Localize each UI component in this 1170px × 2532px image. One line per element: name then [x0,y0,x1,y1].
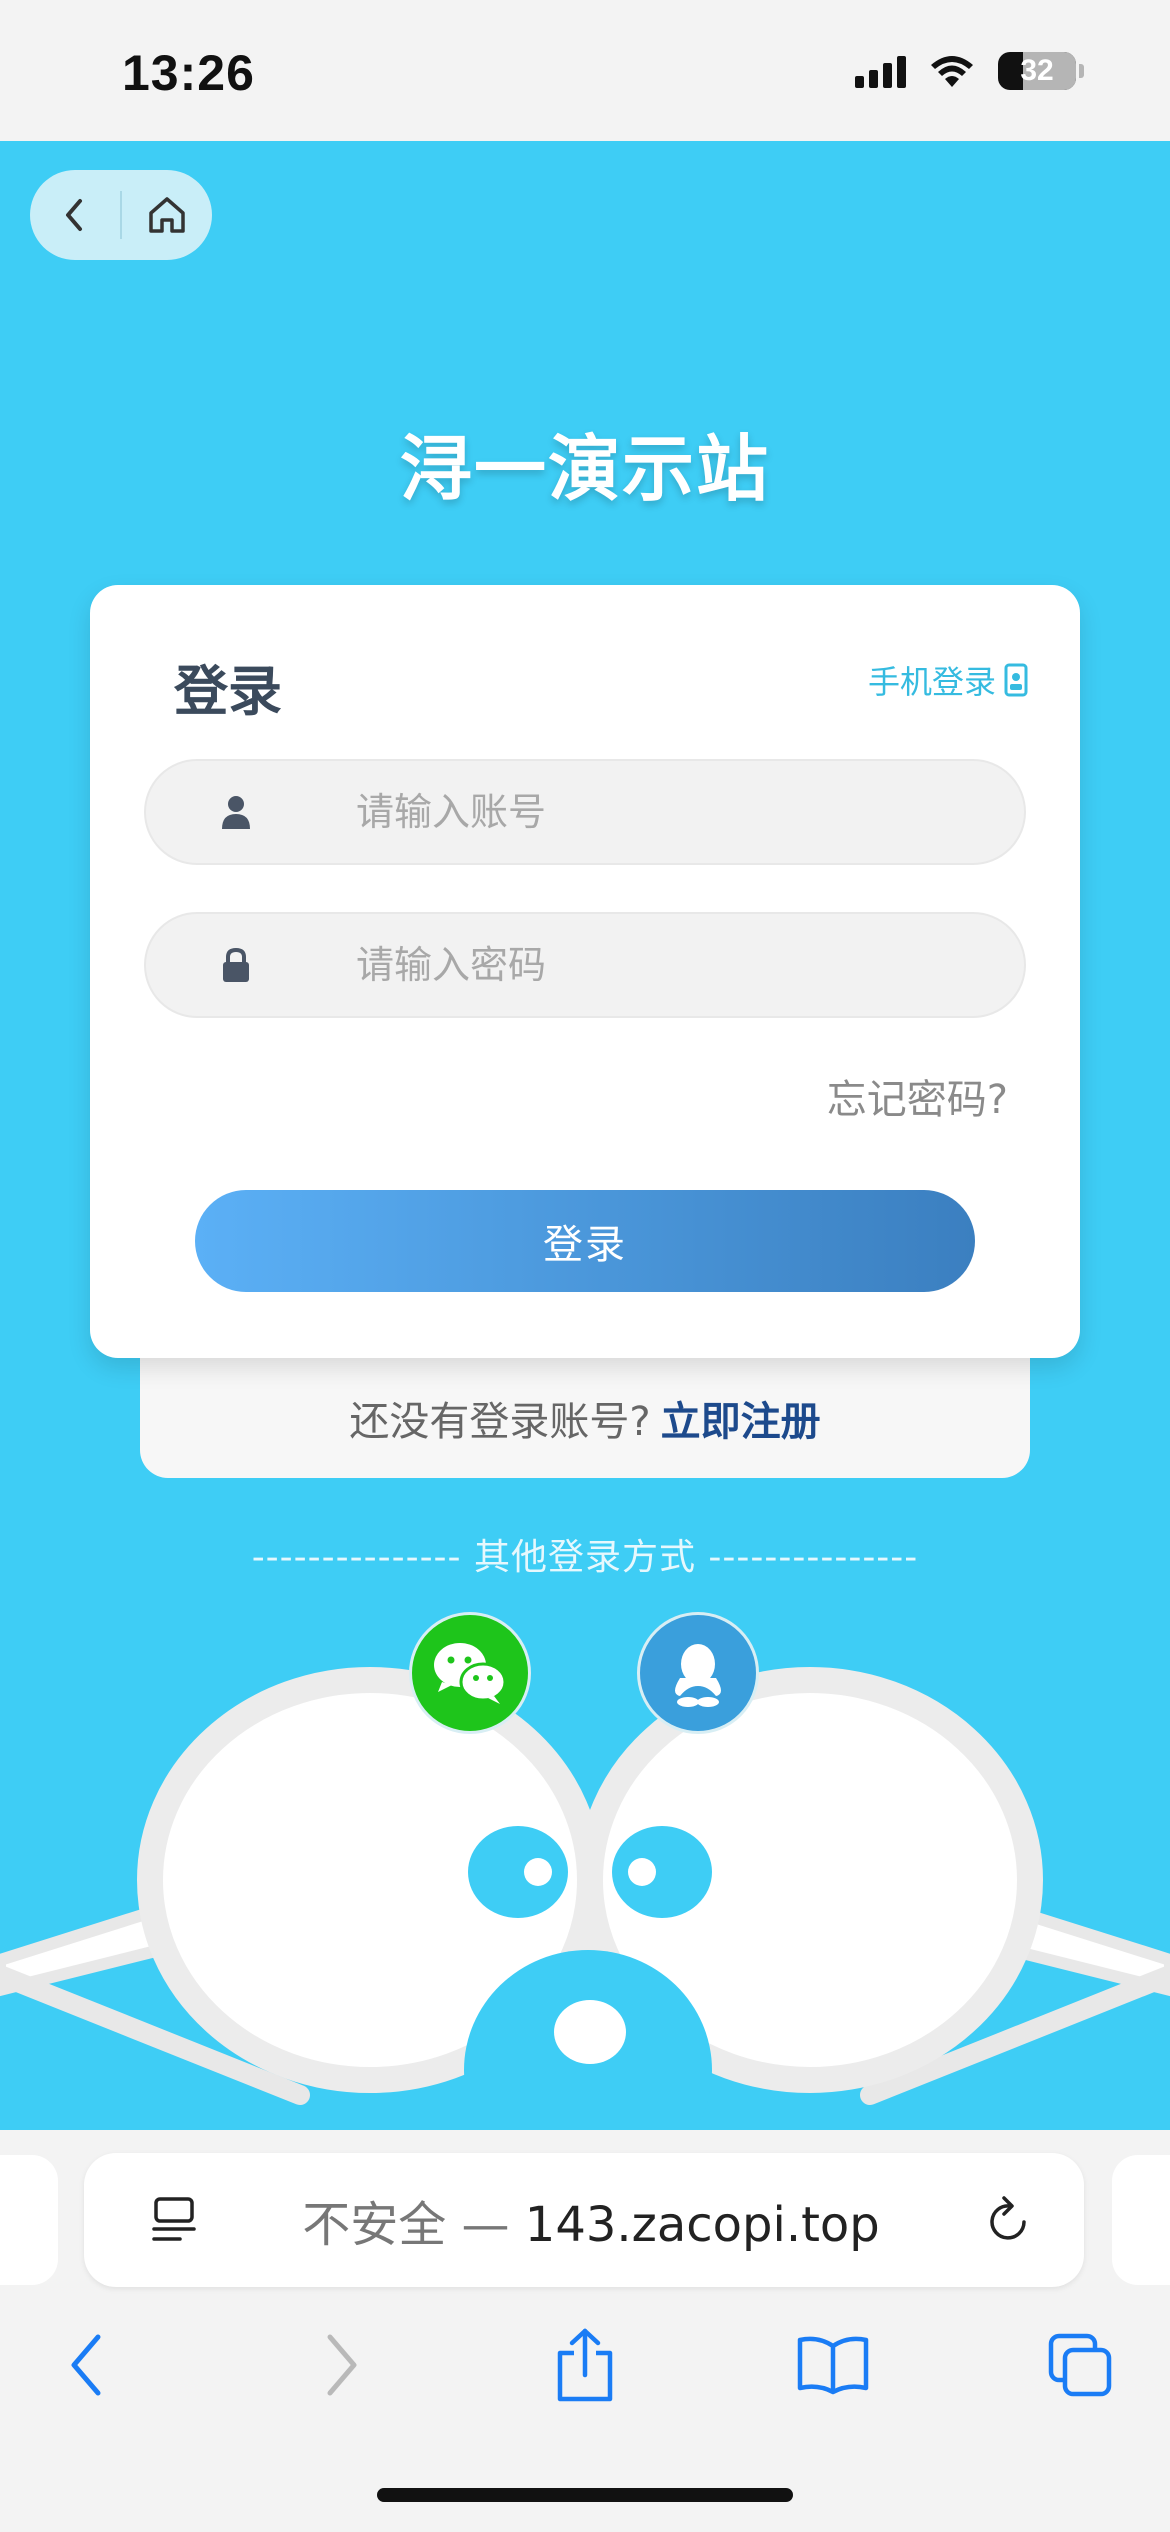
battery-percent: 32 [1020,54,1054,87]
browser-toolbar [0,2315,1170,2415]
login-title: 登录 [174,660,282,723]
site-title: 浔一演示站 [399,427,770,511]
share-button[interactable] [535,2315,635,2415]
login-card: 登录 手机登录 忘记密码? 登录 [90,585,1080,1358]
browser-forward-button[interactable] [290,2315,390,2415]
phone-icon [1004,663,1028,697]
home-icon [149,197,185,233]
qq-login-button[interactable] [637,1612,759,1734]
wechat-icon [434,1643,507,1704]
wifi-icon [931,56,973,87]
status-time: 13:26 [122,45,255,101]
qq-icon [675,1644,721,1707]
forgot-password-link[interactable]: 忘记密码? [827,1067,1008,1125]
address-bar[interactable]: 不安全 — 143.zacopi.top [84,2153,1084,2287]
wechat-login-button[interactable] [409,1612,531,1734]
register-prompt: 还没有登录账号? [349,1399,651,1445]
register-box: 还没有登录账号? 立即注册 [140,1340,1030,1478]
password-input[interactable] [356,943,956,987]
phone-login-label: 手机登录 [867,663,996,701]
page-menu-button[interactable] [124,2195,224,2245]
register-link[interactable]: 立即注册 [661,1389,821,1447]
home-button[interactable] [122,170,212,260]
chevron-left-icon [71,2334,101,2396]
browser-back-button[interactable] [38,2315,138,2415]
tabs-button[interactable] [1030,2315,1130,2415]
cellular-signal-icon [855,54,906,88]
url-text: 不安全 — 143.zacopi.top [224,2185,958,2255]
battery-icon: 32 [998,52,1076,90]
reload-button[interactable] [958,2194,1058,2246]
phone-login-link[interactable]: 手机登录 [868,657,1028,703]
decorative-face [0,1667,1170,2130]
password-field[interactable] [144,912,1026,1018]
lock-icon [223,947,249,982]
url-host: 143.zacopi.top [524,2197,880,2253]
nav-pill [30,170,212,260]
chevron-right-icon [327,2334,357,2396]
home-indicator [377,2488,793,2502]
next-tab-preview[interactable] [1112,2155,1170,2285]
chevron-left-icon [66,199,82,231]
previous-tab-preview[interactable] [0,2155,58,2285]
page-menu-icon [152,2197,196,2241]
bookmarks-button[interactable] [783,2315,883,2415]
url-security-warning: 不安全 — [302,2197,510,2253]
status-icons: 32 [855,52,1084,90]
other-login-methods-label: --------------- 其他登录方式 --------------- [251,1537,919,1578]
account-field[interactable] [144,759,1026,865]
bookmarks-icon [797,2336,869,2395]
back-button[interactable] [30,170,120,260]
reload-icon [990,2196,1026,2240]
user-icon [222,796,250,829]
account-input[interactable] [356,790,956,834]
share-icon [557,2328,613,2402]
login-button[interactable]: 登录 [195,1190,975,1292]
status-bar: 13:26 32 [0,0,1170,141]
tabs-icon [1048,2333,1112,2397]
